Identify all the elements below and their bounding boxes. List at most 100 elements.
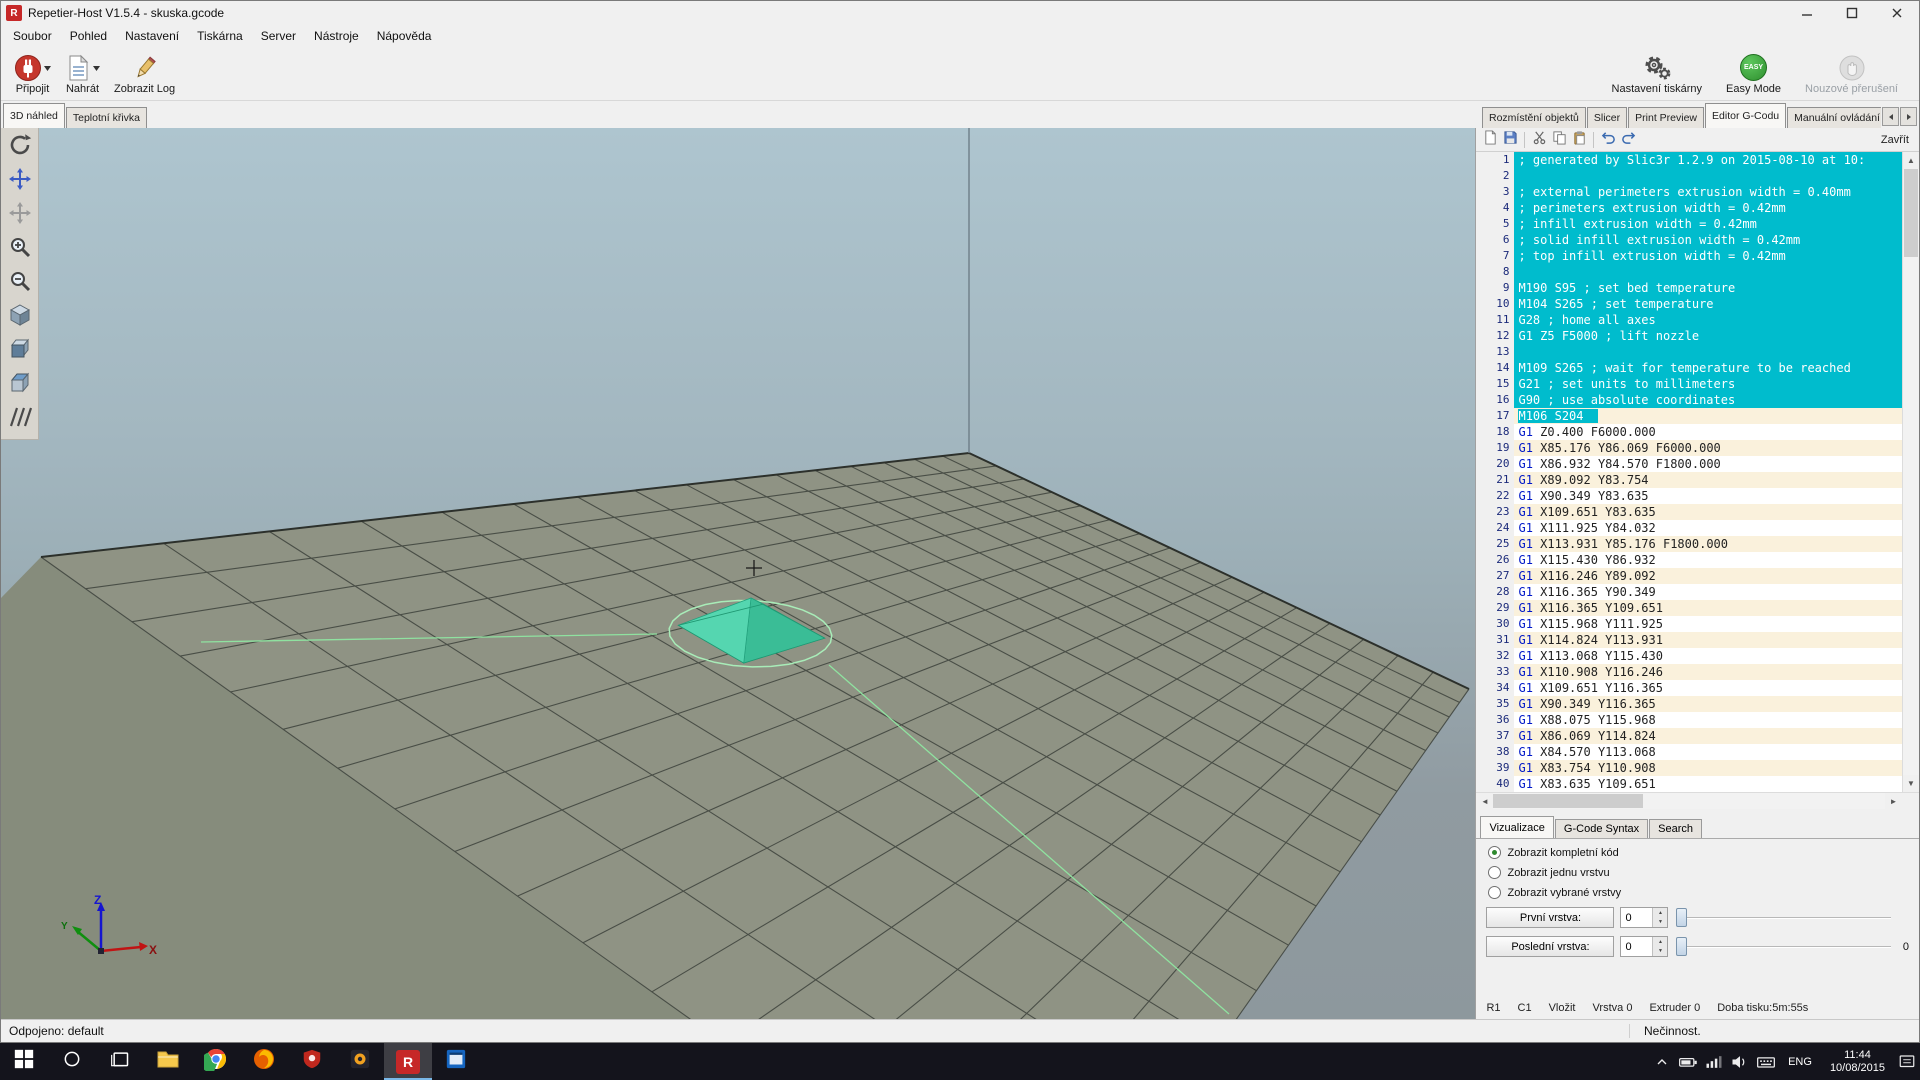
taskbar-app-red-button[interactable] bbox=[288, 1043, 336, 1080]
viewtool-view-iso-button[interactable] bbox=[3, 301, 37, 334]
dropdown-caret-icon[interactable] bbox=[44, 62, 51, 74]
spin-up-icon[interactable]: ▲ bbox=[1653, 937, 1667, 947]
spin-down-icon[interactable]: ▼ bbox=[1653, 947, 1667, 957]
gcode-line[interactable]: 39G1 X83.754 Y110.908 bbox=[1476, 760, 1903, 776]
last-layer-label[interactable]: Poslední vrstva: bbox=[1486, 936, 1614, 957]
spin-down-icon[interactable]: ▼ bbox=[1653, 918, 1667, 928]
menu-nastroje[interactable]: Nástroje bbox=[305, 26, 368, 46]
radio-icon[interactable] bbox=[1488, 846, 1501, 859]
gcode-line[interactable]: 29G1 X116.365 Y109.651 bbox=[1476, 600, 1903, 616]
viewtool-move-obj-button[interactable] bbox=[3, 165, 37, 198]
scroll-up-icon[interactable]: ▲ bbox=[1903, 152, 1919, 169]
gcode-line[interactable]: 24G1 X111.925 Y84.032 bbox=[1476, 520, 1903, 536]
viz-tab-vizualizace[interactable]: Vizualizace bbox=[1480, 816, 1553, 838]
3d-viewport[interactable]: ZXY bbox=[1, 128, 1475, 1019]
horizontal-scroll-track[interactable] bbox=[1493, 793, 1885, 809]
gcode-line[interactable]: 7; top infill extrusion width = 0.42mm bbox=[1476, 248, 1903, 264]
scroll-down-icon[interactable]: ▼ bbox=[1903, 775, 1919, 792]
tab-print-preview[interactable]: Print Preview bbox=[1628, 107, 1704, 128]
gcode-line[interactable]: 27G1 X116.246 Y89.092 bbox=[1476, 568, 1903, 584]
spin-up-icon[interactable]: ▲ bbox=[1653, 908, 1667, 918]
gcode-line[interactable]: 40G1 X83.635 Y109.651 bbox=[1476, 776, 1903, 792]
vertical-scroll-thumb[interactable] bbox=[1904, 169, 1918, 257]
taskbar-app-blue-button[interactable] bbox=[432, 1043, 480, 1080]
tray-volume-icon[interactable] bbox=[1727, 1043, 1753, 1080]
taskbar-task-view-button[interactable] bbox=[96, 1043, 144, 1080]
editor-vertical-scrollbar[interactable]: ▲ ▼ bbox=[1902, 152, 1919, 792]
viewtool-view-front-button[interactable] bbox=[3, 335, 37, 368]
tab-rozmisteni-objektu[interactable]: Rozmístění objektů bbox=[1482, 107, 1586, 128]
taskbar-search-button[interactable] bbox=[48, 1043, 96, 1080]
taskbar-file-explorer-button[interactable] bbox=[144, 1043, 192, 1080]
gcode-line[interactable]: 34G1 X109.651 Y116.365 bbox=[1476, 680, 1903, 696]
editor-save-button[interactable] bbox=[1500, 130, 1520, 150]
last-layer-spinner[interactable]: 0 ▲▼ bbox=[1620, 936, 1668, 957]
gcode-line[interactable]: 33G1 X110.908 Y116.246 bbox=[1476, 664, 1903, 680]
gcode-line[interactable]: 28G1 X116.365 Y90.349 bbox=[1476, 584, 1903, 600]
toolbar-gears-button[interactable]: Nastavení tiskárny bbox=[1605, 48, 1709, 99]
menu-soubor[interactable]: Soubor bbox=[4, 26, 61, 46]
gcode-line[interactable]: 25G1 X113.931 Y85.176 F1800.000 bbox=[1476, 536, 1903, 552]
gcode-line[interactable]: 1; generated by Slic3r 1.2.9 on 2015-08-… bbox=[1476, 152, 1903, 168]
editor-close-button[interactable]: Zavřít bbox=[1881, 134, 1915, 146]
gcode-line[interactable]: 30G1 X115.968 Y111.925 bbox=[1476, 616, 1903, 632]
language-indicator[interactable]: ENG bbox=[1779, 1043, 1821, 1080]
dropdown-caret-icon[interactable] bbox=[93, 62, 100, 74]
toolbar-connect-button[interactable]: Připojit bbox=[7, 48, 58, 99]
gcode-line[interactable]: 21G1 X89.092 Y83.754 bbox=[1476, 472, 1903, 488]
radio-zobrazit-vybrane-vrstvy[interactable]: Zobrazit vybrané vrstvy bbox=[1488, 886, 1919, 899]
viewtool-zoom-out-button[interactable] bbox=[3, 267, 37, 300]
radio-zobrazit-kompletni-kod[interactable]: Zobrazit kompletní kód bbox=[1488, 846, 1919, 859]
tray-keyboard-icon[interactable] bbox=[1753, 1043, 1779, 1080]
taskbar-repetier-host-button[interactable]: R bbox=[384, 1043, 432, 1080]
editor-redo-button[interactable] bbox=[1618, 130, 1638, 150]
viewtool-move-view-button[interactable] bbox=[3, 199, 37, 232]
menu-pohled[interactable]: Pohled bbox=[61, 26, 116, 46]
gcode-line[interactable]: 38G1 X84.570 Y113.068 bbox=[1476, 744, 1903, 760]
viewtool-parallel-button[interactable] bbox=[3, 403, 37, 436]
viz-tab-gcode-syntax[interactable]: G-Code Syntax bbox=[1555, 819, 1648, 838]
tray-network-icon[interactable] bbox=[1701, 1043, 1727, 1080]
viewtool-view-top-button[interactable] bbox=[3, 369, 37, 402]
gcode-line[interactable]: 12G1 Z5 F5000 ; lift nozzle bbox=[1476, 328, 1903, 344]
gcode-line[interactable]: 35G1 X90.349 Y116.365 bbox=[1476, 696, 1903, 712]
viewtool-zoom-in-button[interactable] bbox=[3, 233, 37, 266]
first-layer-label[interactable]: První vrstva: bbox=[1486, 907, 1614, 928]
tab-slicer[interactable]: Slicer bbox=[1587, 107, 1627, 128]
radio-zobrazit-jednu-vrstvu[interactable]: Zobrazit jednu vrstvu bbox=[1488, 866, 1919, 879]
taskbar-start-button[interactable] bbox=[0, 1043, 48, 1080]
gcode-line[interactable]: 13 bbox=[1476, 344, 1903, 360]
gcode-line[interactable]: 15G21 ; set units to millimeters bbox=[1476, 376, 1903, 392]
tab-scroll-left-button[interactable] bbox=[1882, 107, 1899, 126]
maximize-button[interactable] bbox=[1829, 1, 1874, 25]
gcode-line[interactable]: 31G1 X114.824 Y113.931 bbox=[1476, 632, 1903, 648]
gcode-line[interactable]: 9M190 S95 ; set bed temperature bbox=[1476, 280, 1903, 296]
gcode-line[interactable]: 6; solid infill extrusion width = 0.42mm bbox=[1476, 232, 1903, 248]
editor-new-button[interactable] bbox=[1480, 130, 1500, 150]
editor-cut-button[interactable] bbox=[1529, 130, 1549, 150]
menu-napoveda[interactable]: Nápověda bbox=[368, 26, 441, 46]
toolbar-log-button[interactable]: Zobrazit Log bbox=[107, 48, 182, 99]
menu-tiskarna[interactable]: Tiskárna bbox=[188, 26, 252, 46]
gcode-line[interactable]: 23G1 X109.651 Y83.635 bbox=[1476, 504, 1903, 520]
gcode-line[interactable]: 5; infill extrusion width = 0.42mm bbox=[1476, 216, 1903, 232]
menu-nastaveni[interactable]: Nastavení bbox=[116, 26, 188, 46]
gcode-line[interactable]: 10M104 S265 ; set temperature bbox=[1476, 296, 1903, 312]
last-layer-value[interactable]: 0 bbox=[1621, 937, 1652, 956]
gcode-line[interactable]: 2 bbox=[1476, 168, 1903, 184]
taskbar-app-media-button[interactable] bbox=[336, 1043, 384, 1080]
taskbar-chrome-button[interactable] bbox=[192, 1043, 240, 1080]
toolbar-load-button[interactable]: Nahrát bbox=[58, 48, 107, 99]
viewtool-rotate-button[interactable] bbox=[3, 131, 37, 164]
tab-manualni-ovladani[interactable]: Manuální ovládání bbox=[1787, 107, 1881, 128]
tab-editor-gcodu[interactable]: Editor G-Codu bbox=[1705, 103, 1786, 128]
tray-battery-icon[interactable] bbox=[1675, 1043, 1701, 1080]
editor-body[interactable]: 1; generated by Slic3r 1.2.9 on 2015-08-… bbox=[1476, 152, 1919, 792]
action-center-icon[interactable] bbox=[1894, 1043, 1920, 1080]
3d-scene[interactable]: ZXY bbox=[1, 128, 1475, 1019]
toolbar-easy-button[interactable]: EASYEasy Mode bbox=[1719, 48, 1788, 99]
gcode-line[interactable]: 22G1 X90.349 Y83.635 bbox=[1476, 488, 1903, 504]
scroll-right-icon[interactable]: ► bbox=[1885, 793, 1902, 809]
taskbar-clock[interactable]: 11:44 10/08/2015 bbox=[1821, 1043, 1894, 1080]
gcode-line[interactable]: 19G1 X85.176 Y86.069 F6000.000 bbox=[1476, 440, 1903, 456]
